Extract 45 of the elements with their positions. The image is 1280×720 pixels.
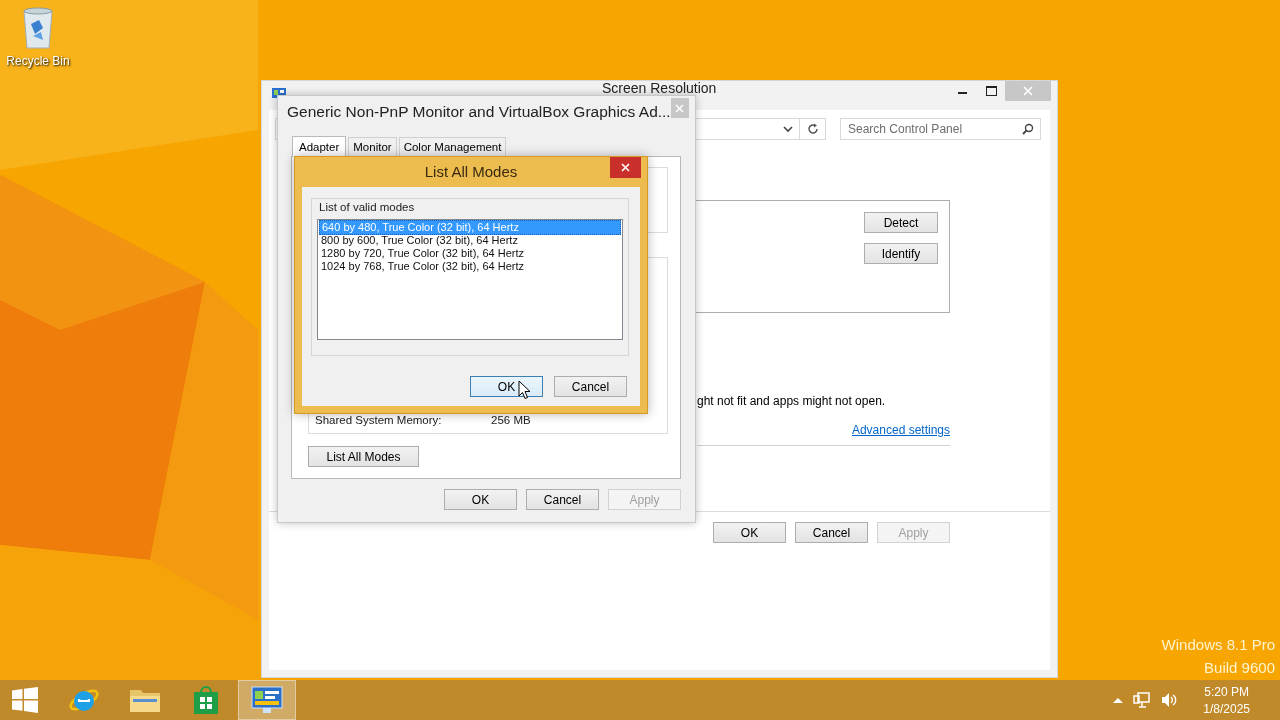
dropdown-icon	[783, 125, 793, 133]
edition-text: Windows 8.1 Pro	[1161, 636, 1275, 653]
dialog-button[interactable]: OK	[444, 489, 517, 510]
memory-value: 256 MB	[491, 414, 531, 426]
warning-text: ght not fit and apps might not open.	[697, 394, 887, 408]
side-button[interactable]: Detect	[864, 212, 938, 233]
group-label: List of valid modes	[319, 201, 416, 213]
network-icon[interactable]	[1133, 691, 1152, 709]
speaker-icon[interactable]	[1161, 692, 1178, 708]
tab[interactable]: Monitor	[348, 137, 397, 156]
close-icon	[675, 103, 685, 113]
advanced-settings-link[interactable]: Advanced settings	[851, 423, 950, 437]
dialog-button[interactable]: Cancel	[554, 376, 627, 397]
mode-item[interactable]: 800 by 600, True Color (32 bit), 64 Hertz	[319, 234, 621, 247]
dialog-title: Generic Non-PnP Monitor and VirtualBox Graphics Ad...	[287, 103, 671, 121]
memory-label: Shared System Memory:	[315, 414, 443, 426]
window-title: Screen Resolution	[602, 81, 717, 95]
refresh-button[interactable]	[800, 118, 826, 140]
search-field[interactable]: Search Control Panel	[840, 118, 1041, 140]
pointer-cursor-icon	[518, 380, 531, 400]
recycle-bin-icon[interactable]	[21, 6, 55, 50]
dialog-button[interactable]: Cancel	[526, 489, 599, 510]
store-bag-icon	[192, 685, 220, 715]
dialog-button[interactable]: OK	[713, 522, 786, 543]
tab[interactable]: Adapter	[292, 136, 347, 157]
dialog-button[interactable]: OK	[470, 376, 543, 397]
maximize-icon	[985, 86, 997, 96]
mode-item[interactable]: 1024 by 768, True Color (32 bit), 64 Hertz	[319, 260, 621, 273]
dialog-title: List All Modes	[424, 163, 518, 182]
modes-list[interactable]: 640 by 480, True Color (32 bit), 64 Hertz 800 by 600, True Color (32 bit), 64 Hertz 1280 by 720, True Color (32 bit), 64 Hertz 1024 by 768, True Color (32 bit), 64 Hertz	[317, 219, 623, 340]
tab[interactable]: Color Management	[398, 137, 507, 156]
show-hidden-icons-caret-icon[interactable]	[1113, 697, 1124, 703]
refresh-icon	[806, 123, 819, 135]
side-button[interactable]: Identify	[864, 243, 938, 264]
list-all-modes-button[interactable]: List All Modes	[308, 446, 419, 467]
monitor-chart-icon	[251, 686, 283, 714]
search-icon	[1022, 123, 1034, 135]
close-icon	[621, 163, 630, 172]
edition-text: Build 9600	[1204, 659, 1275, 676]
dialog-button[interactable]: Cancel	[795, 522, 868, 543]
windows-logo-icon	[12, 687, 38, 713]
close-icon	[1023, 86, 1033, 96]
mode-item[interactable]: 1280 by 720, True Color (32 bit), 64 Hertz	[319, 247, 621, 260]
close-button[interactable]	[610, 157, 641, 178]
taskbar-app-button[interactable]	[238, 680, 296, 720]
